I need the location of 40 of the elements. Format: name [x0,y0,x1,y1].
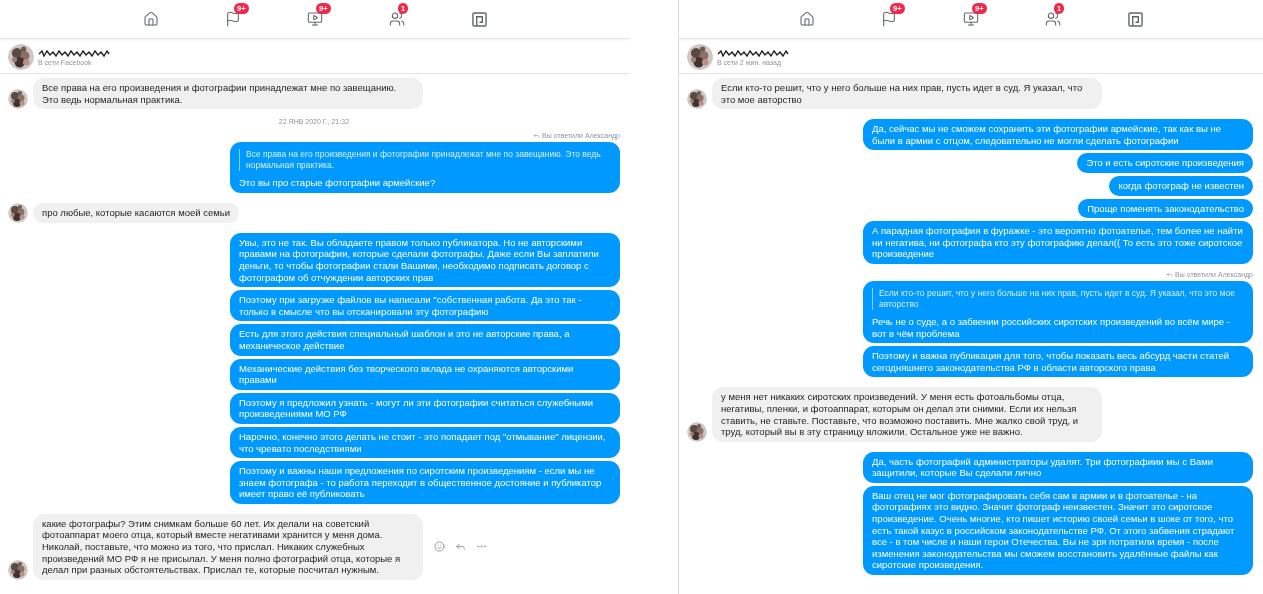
sent-message: Поэтому и важна публикация для того, чтобы показать весь абсурд части статей сегодняшнего законодательства РФ в области авторского права [863,346,1253,378]
flag-icon [881,11,897,27]
sent-message: Проще поменять законодательство [1078,198,1253,219]
group-icon [389,11,405,27]
square-icon [471,11,487,27]
group-icon [1045,11,1061,27]
sent-message: Нарочно, конечно этого делать не стоит - это попадает под "отмывание" лицензии, что чревато последствиями [230,426,620,459]
reply-icon[interactable] [455,541,466,553]
sent-message: Да, часть фотографий администраторы удалят. Три фотографиии мы с Вами защитили, которые Вы сделали лично [863,451,1253,483]
received-message: у меня нет никаких сиротских произведений. У меня есть фотоальбомы отца, негативы, пленки, и фотоаппарат, которым он делал эти снимки. Если их нельзя ставить, не ставьте. Поставьте, что возможно поставить. Мне жалко свой труд, и труд, который вы в эту страницу вложили. Остальное уже не важно. [712,387,1102,442]
emoji-icon[interactable] [434,541,445,553]
received-message: какие фотографы? Этим снимкам больше 60 лет. Их делали на советский фотоаппарат моего отца, который вместе негативами хранится у меня дома. Николай, поставьте, что можно из того, что прислал. Никаких служебных произведений МО РФ я не присылал. У меня полно фотографий отца, которые я делал при разных обстоятельствах. Прислал те, которые посчитал нужным. [33,513,423,580]
video-icon [307,11,323,27]
video-icon [963,11,979,27]
sent-message: Поэтому и важны наши предложения по сиротским произведениям - если мы не знаем фотографа - то работа переходит в общественное достояние и публикатор имеет право её публиковать [230,461,620,504]
flag-icon [225,11,241,27]
sent-message: Есть для этого действия специальный шаблон и это не авторские права, а механическое действие [230,324,620,356]
home-icon [143,11,159,27]
reply-icon [1166,270,1173,278]
sent-message: Если кто-то решит, что у него больше на них прав, пусть идет в суд. Я указал, что это мое авторство Речь не о суде, а о забвении российских сиротских произведений во всём мире - вот в чём проблема [863,280,1253,344]
sent-message: Это и есть сиротские произведения [1077,153,1253,173]
quoted-message: Если кто-то решит, что у него больше на них прав, пусть идет в суд. Я указал, что это мое авторство [872,287,1244,310]
sent-message: когда фотограф не известен [1109,175,1253,196]
sent-message: Ваш отец не мог фотографировать себя сам в армии и в фотоателье - на фотографиях это видно. Значит фотограф неизвестен. Значит это сиротское произведение. Очень многие, кто пишет историю своей семьи в шоке от того, что есть такой казус в российском законодательстве РФ. От этого забвения страдают все - в том числе и наши герои Отечества. Вы не зря потратили время - после изменения законодательства мы сможем восстановить удалённые файлы как сиротские произведения. [863,485,1253,576]
scribbled-name-drawing [38,48,110,58]
sent-message: Поэтому при загрузке файлов вы написали "собственная работа. Да это так - только в смысле что вы отсканировали эту фотографию [230,290,620,322]
sent-message: Увы, это не так. Вы обладаете правом только публикатора. Но не авторскими правами на фотографии, которые сделали фотографы. Даже если Вы заплатили деньги, то чтобы фотографии стали Вашими, необходимо подписать договор с фотографом об отчуждении авторских прав [230,232,620,288]
square-icon [1127,11,1143,27]
reply-icon [533,132,540,140]
received-message: Если кто-то решит, что у него больше на них прав, пусть идет в суд. Я указал, что это мое авторство [712,78,1102,110]
received-message: Все права на его произведения и фотографии принадлежат мне по завещанию. Это ведь нормальная практика. [33,78,423,110]
scribbled-name-drawing [717,48,789,58]
sent-message: Поэтому я предложил узнать - могут ли эти фотографии считаться служебными произведениями МО РФ [230,392,620,424]
sent-message: Все права на его произведения и фотографии принадлежат мне по завещанию. Это ведь нормальная практика. Это вы про старые фотографии армейские? [230,142,620,193]
sent-message: Механические действия без творческого вклада не охраняются авторскими правами [230,358,620,390]
received-message: про любые, которые касаются моей семьи [33,203,239,223]
quoted-message: Все права на его произведения и фотографии принадлежат мне по завещанию. Это ведь нормальная практика. [239,149,611,172]
home-icon [799,11,815,27]
sent-message: Да, сейчас мы не сможем сохранить эти фотографии армейские, так как вы не были в армии с отцом, следовательно не могли сделать фотографии [863,119,1253,151]
sent-message: А парадная фотография в фуражке - это вероятно фотоателье, тем более не найти ни негатива, ни фотографа кто эту фотографию делал(( То есть это тоже сиротское произведение [863,221,1253,264]
